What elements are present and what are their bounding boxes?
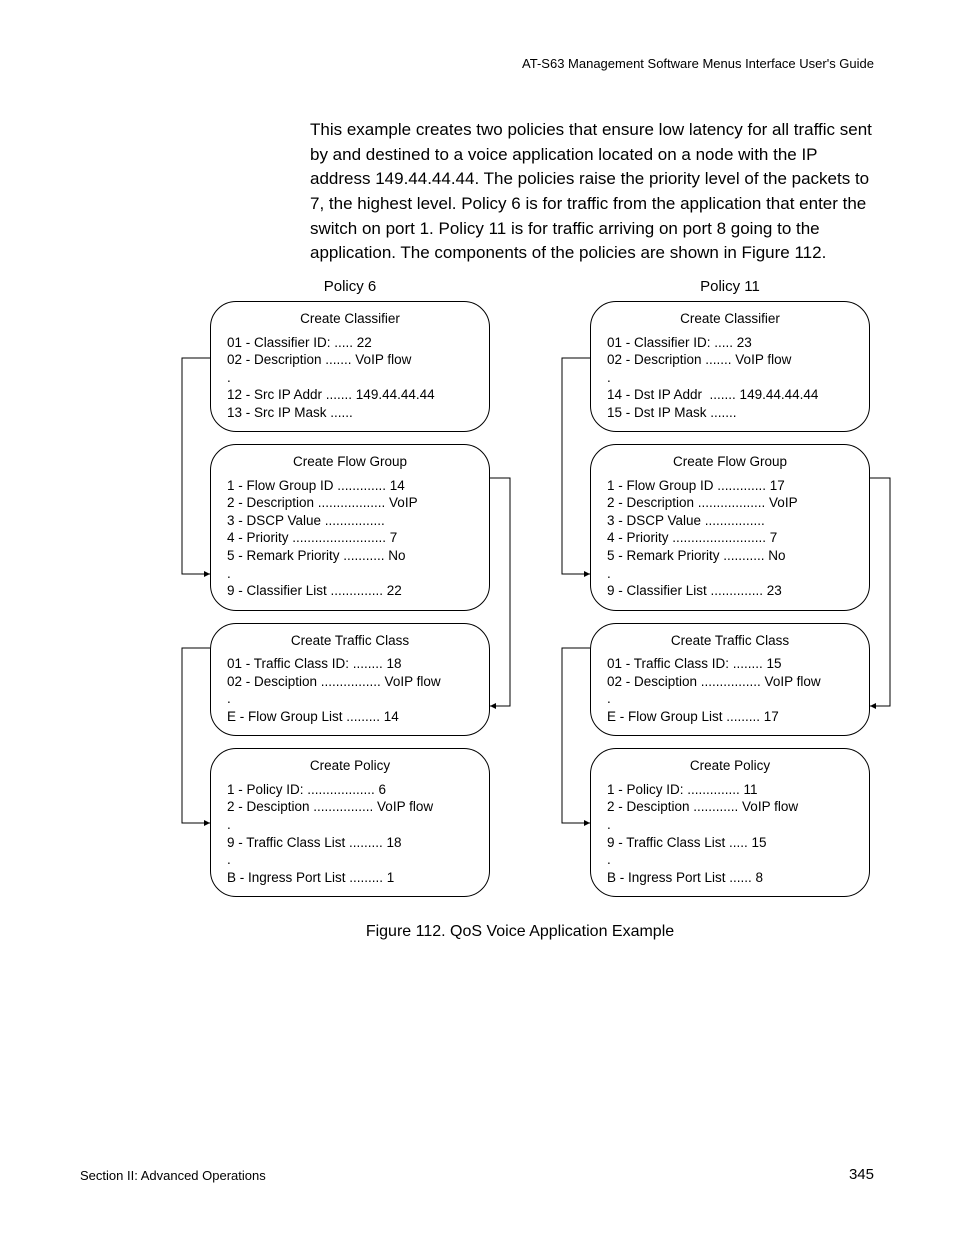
box-create-policy: Create Policy 1 - Policy ID: ...........… [210,748,490,897]
box-create-policy: Create Policy 1 - Policy ID: ...........… [590,748,870,897]
box-title: Create Flow Group [227,453,473,471]
box-create-traffic-class: Create Traffic Class 01 - Traffic Class … [210,623,490,737]
box-create-flow-group: Create Flow Group 1 - Flow Group ID ....… [590,444,870,610]
body-paragraph: This example creates two policies that e… [310,118,874,266]
box-title: Create Policy [607,757,853,775]
page-header: AT-S63 Management Software Menus Interfa… [522,56,874,71]
policy-title: Policy 11 [590,278,870,295]
box-title: Create Traffic Class [607,632,853,650]
figure-caption: Figure 112. QoS Voice Application Exampl… [170,923,870,941]
box-title: Create Traffic Class [227,632,473,650]
policy-column-left: Policy 6 Create Classifier 01 - Classifi… [210,278,490,909]
page-number: 345 [849,1166,874,1183]
box-title: Create Flow Group [607,453,853,471]
box-create-classifier: Create Classifier 01 - Classifier ID: ..… [590,301,870,432]
box-title: Create Classifier [607,310,853,328]
box-create-classifier: Create Classifier 01 - Classifier ID: ..… [210,301,490,432]
policy-title: Policy 6 [210,278,490,295]
box-create-flow-group: Create Flow Group 1 - Flow Group ID ....… [210,444,490,610]
box-title: Create Policy [227,757,473,775]
box-create-traffic-class: Create Traffic Class 01 - Traffic Class … [590,623,870,737]
box-title: Create Classifier [227,310,473,328]
footer-section: Section II: Advanced Operations [80,1168,266,1183]
policy-column-right: Policy 11 Create Classifier 01 - Classif… [590,278,870,909]
